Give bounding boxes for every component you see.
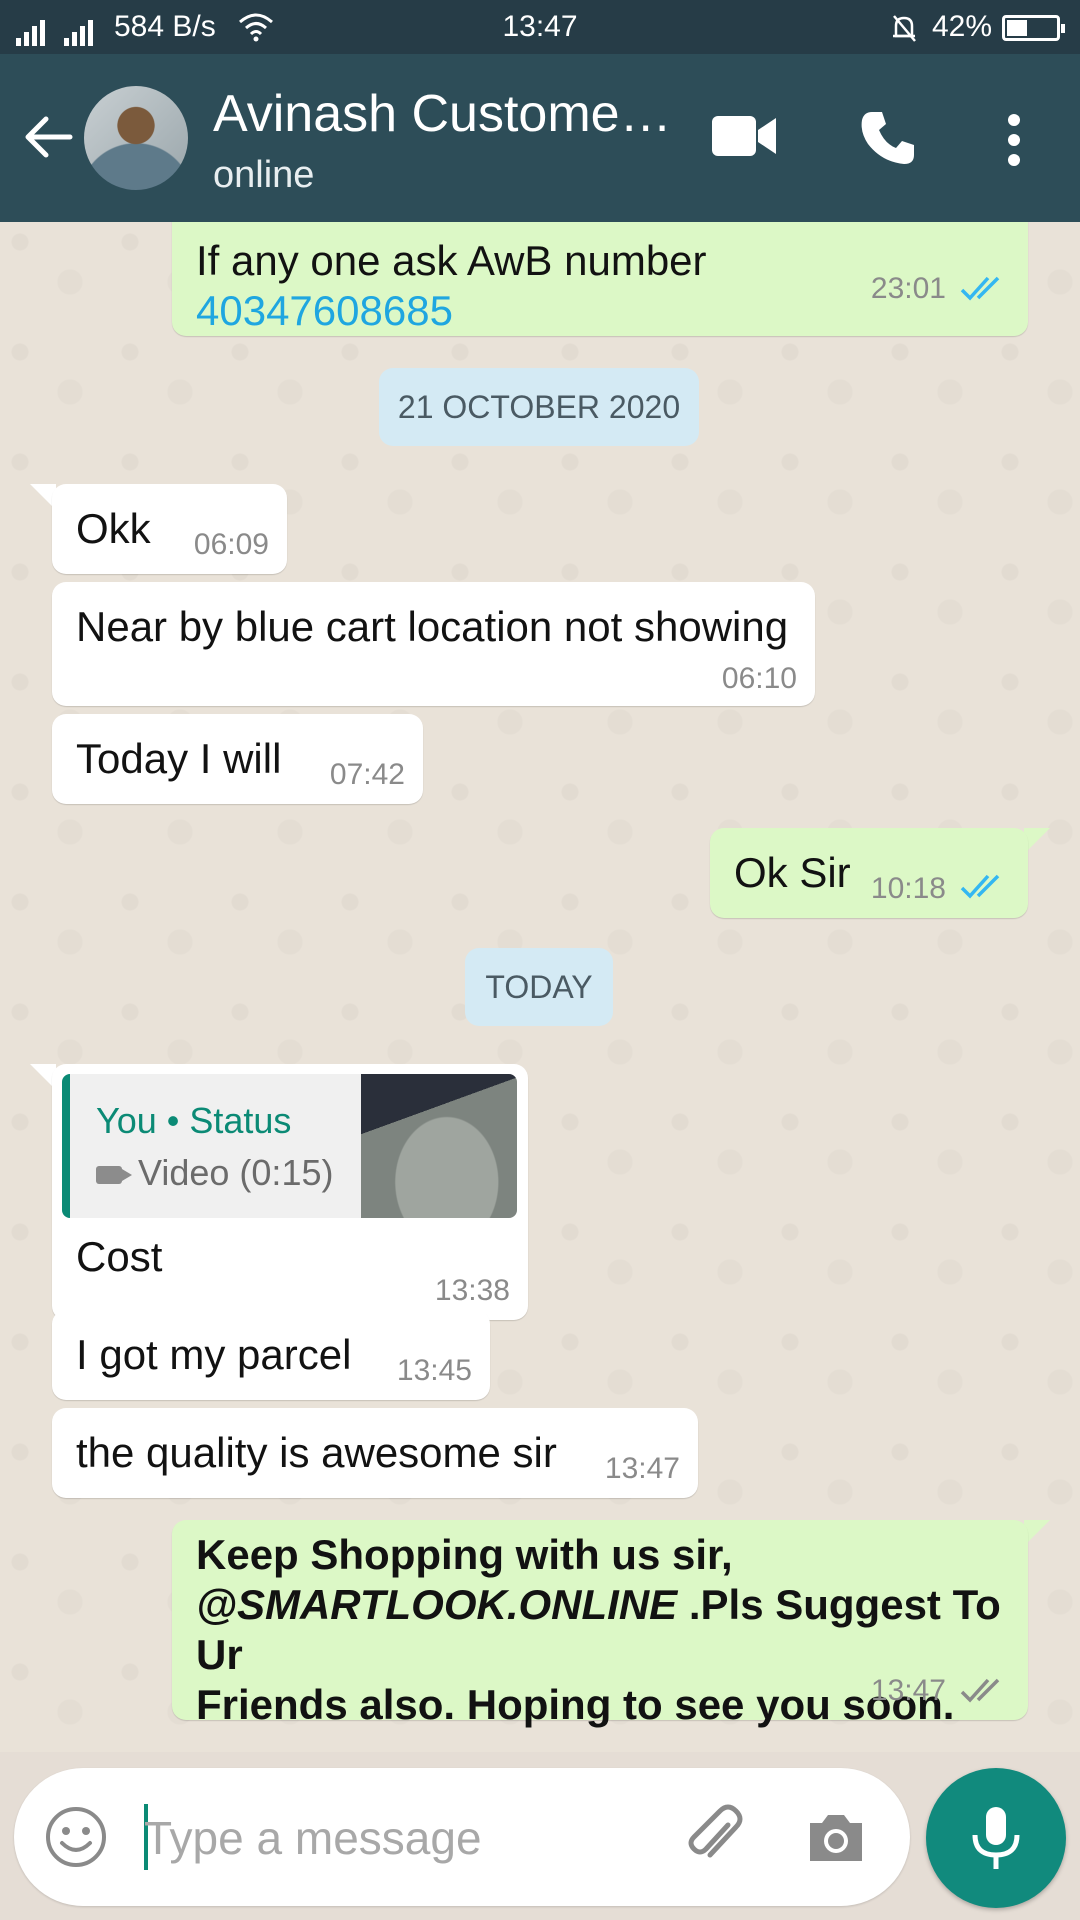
message-time: 13:45 [396, 1354, 472, 1387]
message-text: Today I will [76, 735, 282, 782]
read-ticks-icon [960, 276, 1000, 301]
more-vertical-icon[interactable] [1002, 112, 1026, 168]
message-incoming[interactable]: Today I will 07:42 [52, 714, 423, 804]
message-time: 10:18 [870, 872, 946, 905]
message-time: 13:38 [434, 1274, 510, 1307]
message-text: If any one ask AwB number [196, 237, 707, 284]
message-incoming[interactable]: Okk 06:09 [52, 484, 287, 574]
message-incoming[interactable]: the quality is awesome sir 13:47 [52, 1408, 698, 1498]
phone-number-link[interactable]: 40347608685 [196, 286, 707, 336]
message-incoming-reply[interactable]: You • Status Video (0:15) Cost 13:38 [52, 1064, 528, 1320]
read-ticks-icon [960, 874, 1000, 899]
date-separator: 21 OCTOBER 2020 [379, 368, 699, 446]
message-time: 06:09 [193, 528, 269, 561]
quoted-status[interactable]: You • Status Video (0:15) [62, 1074, 517, 1218]
message-composer [14, 1768, 910, 1906]
message-incoming[interactable]: Near by blue cart location not showing 0… [52, 582, 815, 706]
status-video-thumbnail [361, 1074, 517, 1218]
message-time: 07:42 [329, 758, 405, 791]
phone-icon[interactable] [858, 108, 918, 168]
battery-percent: 42% [931, 10, 992, 43]
delivered-ticks-icon [960, 1678, 1000, 1703]
battery-icon [1002, 15, 1065, 41]
mute-notifications-icon [893, 15, 916, 42]
message-outgoing[interactable]: Keep Shopping with us sir, @SMARTLOOK.ON… [172, 1520, 1028, 1728]
back-arrow-icon[interactable] [20, 109, 76, 165]
message-list[interactable]: If any one ask AwB number 40347608685 23… [0, 222, 1080, 1752]
contact-name[interactable]: Avinash Custome… [213, 84, 672, 144]
attachment-icon[interactable] [682, 1803, 750, 1871]
video-camera-icon [96, 1166, 132, 1184]
chat-header: Avinash Custome… online [0, 54, 1080, 222]
quote-author: You • Status [96, 1100, 292, 1141]
status-bar: 584 B/s 13:47 42% [0, 0, 1080, 54]
message-text: I got my parcel [76, 1331, 352, 1378]
instagram-handle[interactable]: @SMARTLOOK.ONLINE [196, 1581, 677, 1628]
contact-avatar[interactable] [84, 86, 188, 190]
message-text: Cost [76, 1233, 163, 1280]
message-time: 13:47 [604, 1452, 680, 1485]
message-outgoing[interactable]: If any one ask AwB number 40347608685 23… [172, 222, 1028, 336]
message-text: Near by blue cart location not showing [76, 603, 789, 650]
message-input[interactable] [144, 1798, 664, 1878]
quote-media-label: Video (0:15) [138, 1152, 334, 1193]
contact-status: online [213, 154, 315, 196]
date-separator: TODAY [465, 948, 613, 1026]
voice-message-button[interactable] [926, 1768, 1066, 1908]
camera-icon[interactable] [804, 1805, 868, 1869]
message-time: 13:47 [870, 1674, 946, 1707]
message-text: the quality is awesome sir [76, 1429, 557, 1476]
emoji-icon[interactable] [44, 1805, 108, 1869]
message-text: Ok Sir [734, 849, 851, 896]
message-text: Okk [76, 505, 151, 552]
message-text-line1: Keep Shopping with us sir, [196, 1531, 733, 1578]
message-incoming[interactable]: I got my parcel 13:45 [52, 1310, 490, 1400]
microphone-icon [972, 1807, 1020, 1869]
message-time: 23:01 [870, 272, 946, 305]
message-time: 06:10 [721, 662, 797, 695]
video-call-icon[interactable] [712, 114, 776, 158]
message-outgoing[interactable]: Ok Sir 10:18 [710, 828, 1028, 918]
